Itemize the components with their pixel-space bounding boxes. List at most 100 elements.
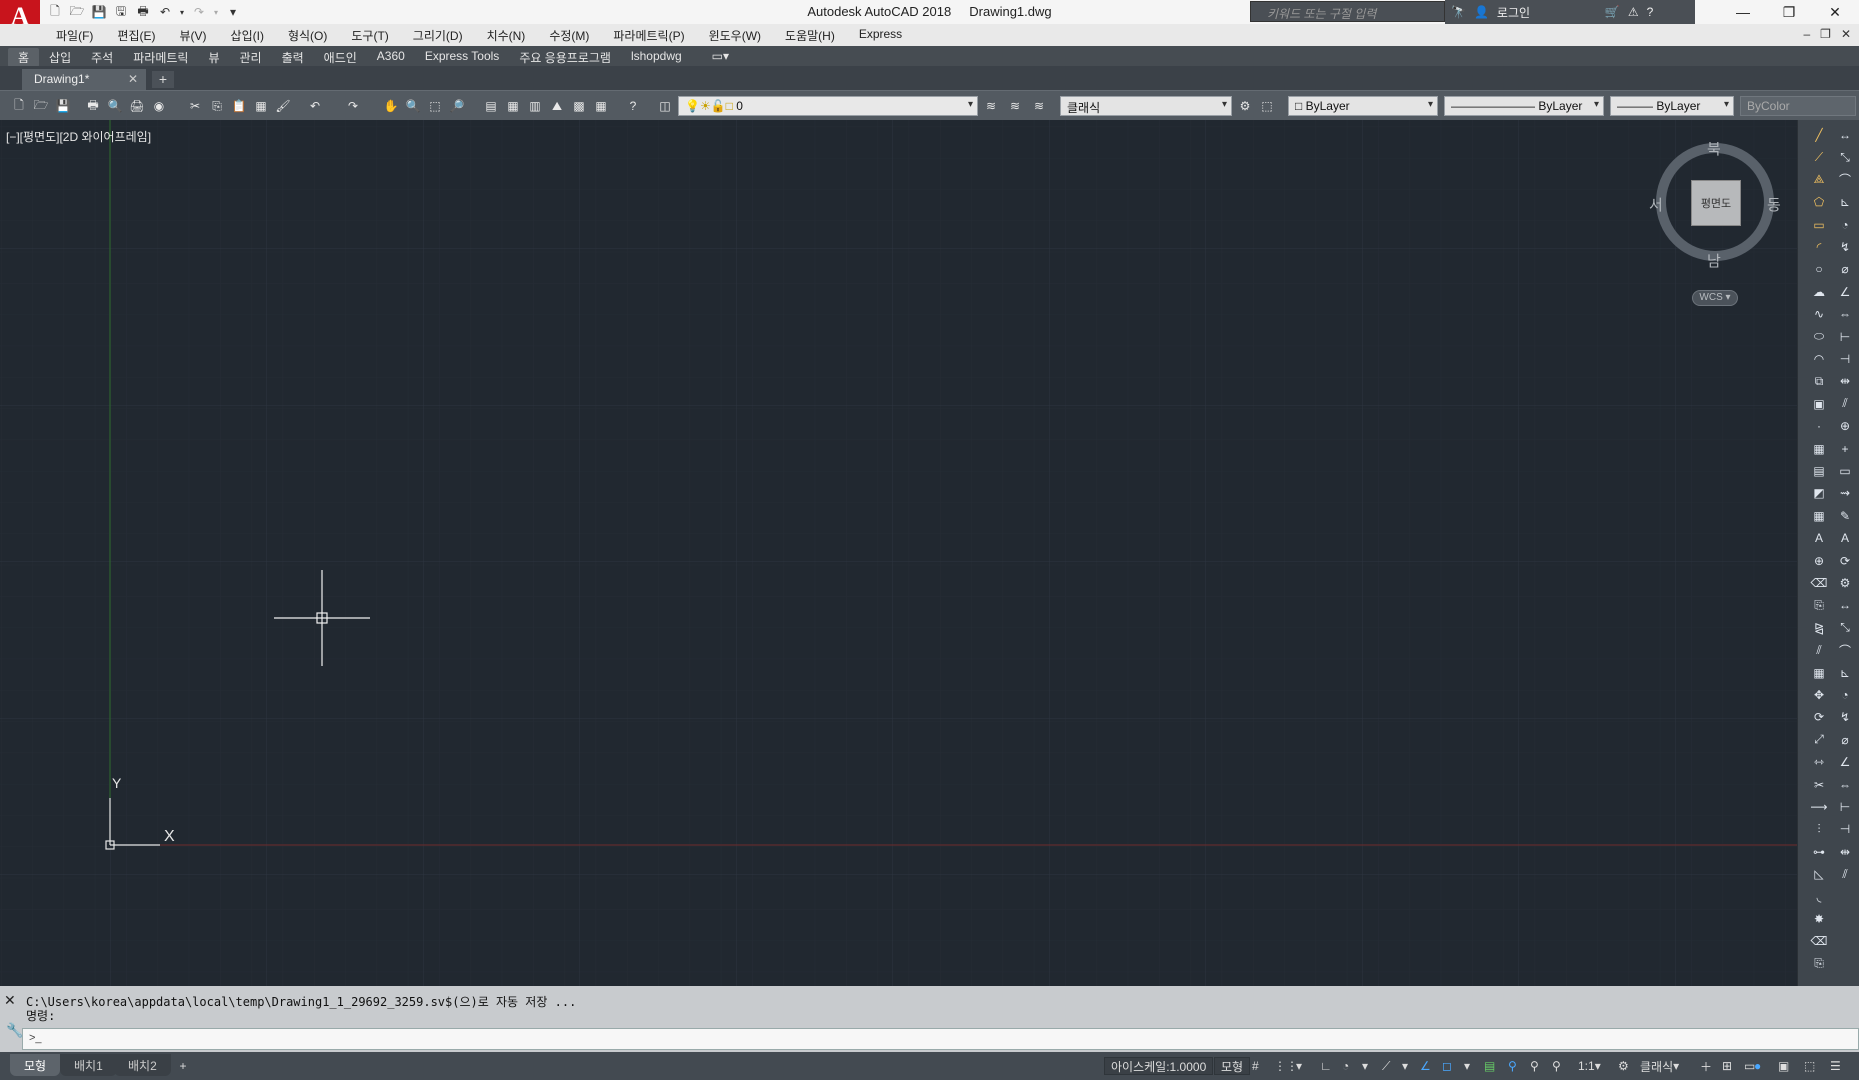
sheet-set-icon[interactable]: ⛰ [548,97,566,115]
units-icon[interactable]: ⊞ [1722,1057,1732,1075]
annotation-visibility-icon[interactable]: ⚲ [1508,1057,1517,1075]
ribbon-tab-featured-apps[interactable]: 주요 응용프로그램 [509,48,621,67]
snap-dropdown-icon[interactable]: ▾ [1296,1057,1302,1075]
ribbon-state-toggle-icon[interactable]: ▭▾ [702,48,739,67]
login-button[interactable]: 로그인 [1497,4,1597,21]
ribbon-tab-view[interactable]: 뷰 [198,48,229,67]
isolate-objects-icon[interactable]: ● [1754,1057,1761,1075]
cart-icon[interactable]: 🛒 [1605,5,1620,19]
object-snap-icon[interactable]: ◻ [1442,1057,1452,1075]
line-tool-icon[interactable]: ╱ [1810,126,1828,144]
break-tool-icon[interactable]: ⫶ [1810,820,1828,838]
diameter-dimension-icon[interactable]: ⌀ [1836,731,1854,749]
paste-icon[interactable]: 📋 [230,97,248,115]
copy-icon[interactable]: ⎘ [208,97,226,115]
help-icon[interactable]: ? [624,97,642,115]
workspace-dropdown[interactable]: 클래식 ▾ [1060,96,1232,116]
region-tool-icon[interactable]: ◩ [1810,484,1828,502]
dim-update-dimension-icon[interactable]: ⟳ [1836,552,1854,570]
rectangle-tool-icon[interactable]: ▭ [1810,216,1828,234]
doc-close-icon[interactable]: ✕ [1841,27,1851,41]
annotation-scale-readout[interactable]: 아이스케일:1.0000 [1104,1057,1214,1075]
polar-dropdown-icon[interactable]: ▾ [1362,1057,1368,1075]
dim-edit-dimension-icon[interactable]: ✎ [1836,507,1854,525]
continue-dimension-icon[interactable]: ⊣ [1836,820,1854,838]
viewcube-east[interactable]: 동 [1767,194,1781,215]
undo-icon[interactable]: ↶ [156,3,174,21]
viewcube-south[interactable]: 남 [1707,250,1721,271]
aligned-dimension-icon[interactable]: ⤡ [1836,619,1854,637]
menu-edit[interactable]: 편집(E) [117,27,155,44]
ribbon-tab-manage[interactable]: 관리 [229,48,271,67]
object-snap-tracking-icon[interactable]: ∠ [1420,1057,1431,1075]
pan-icon[interactable]: ✋ [382,97,400,115]
annotation-monitor-icon[interactable]: ＋ [1700,1057,1712,1075]
close-icon[interactable]: ✕ [4,992,16,1009]
polyline-tool-icon[interactable]: ⟁ [1810,171,1828,189]
circle-tool-icon[interactable]: ○ [1810,260,1828,278]
annotation-scale-icon[interactable]: ⚲ [1552,1057,1561,1075]
ribbon-tab-output[interactable]: 출력 [272,48,314,67]
ordinate-dimension-icon[interactable]: ⊾ [1836,664,1854,682]
menu-file[interactable]: 파일(F) [56,27,93,44]
layer-previous-icon[interactable]: ≋ [1006,97,1024,115]
ribbon-tab-addins[interactable]: 애드인 [314,48,367,67]
arc-length-dimension-icon[interactable]: ⌒ [1836,171,1854,189]
construction-line-tool-icon[interactable]: ⟋ [1810,148,1828,166]
menu-format[interactable]: 형식(O) [288,27,327,44]
command-input[interactable]: >_ [22,1028,1859,1050]
3d-dwf-icon[interactable]: ◉ [150,97,168,115]
menu-express[interactable]: Express [859,27,902,44]
help-icon[interactable]: ? [1647,5,1654,19]
redo-icon[interactable]: ↷ [190,3,208,21]
viewcube-west[interactable]: 서 [1649,194,1663,215]
save-icon[interactable]: 💾 [54,97,72,115]
undo-icon[interactable]: ↶ [306,97,324,115]
jogged-dimension-icon[interactable]: ↯ [1836,238,1854,256]
cut-icon[interactable]: ✂ [186,97,204,115]
menu-view[interactable]: 뷰(V) [179,27,206,44]
drawing-canvas[interactable]: [−][평면도][2D 와이어프레임] Y X 평면도 북 남 동 서 WCS … [0,120,1797,986]
color-dropdown[interactable]: □ ByLayer ▾ [1288,96,1438,116]
ribbon-tab-express-tools[interactable]: Express Tools [415,48,509,67]
user-icon[interactable]: 👤 [1474,5,1489,19]
layer-state-icon[interactable]: ≋ [1030,97,1048,115]
insert-block-tool-icon[interactable]: ⧉ [1810,372,1828,390]
close-tab-icon[interactable]: ✕ [128,72,138,86]
layer-dropdown[interactable]: 💡☀🔓□ 0 ▾ [678,96,978,116]
quick-dim-dimension-icon[interactable]: ⇔ [1836,305,1854,323]
dim-style-dimension-icon[interactable]: ⚙ [1836,574,1854,592]
ribbon-tab-a360[interactable]: A360 [367,48,415,67]
continue-dimension-icon[interactable]: ⊣ [1836,350,1854,368]
menu-insert[interactable]: 삽입(I) [231,27,264,44]
chamfer-tool-icon[interactable]: ◺ [1810,865,1828,883]
zoom-realtime-icon[interactable]: 🔍 [404,97,422,115]
ortho-icon[interactable]: ∟ [1320,1057,1332,1075]
restore-button[interactable]: ❐ [1766,0,1812,24]
viewcube-top-face[interactable]: 평면도 [1691,180,1741,226]
wcs-menu-button[interactable]: WCS ▾ [1692,290,1738,306]
table-tool-icon[interactable]: ▦ [1810,507,1828,525]
menu-window[interactable]: 윈도우(W) [709,27,761,44]
jogged-dimension-icon[interactable]: ↯ [1836,708,1854,726]
stretch-tool-icon[interactable]: ⇿ [1810,753,1828,771]
polar-tracking-icon[interactable]: ◔ [1342,1057,1349,1075]
erase-tool-icon[interactable]: ⌫ [1810,574,1828,592]
isodraft-dropdown-icon[interactable]: ▾ [1402,1057,1408,1075]
layout-tab-model[interactable]: 모형 [10,1054,61,1076]
erase-tool-icon[interactable]: ⌫ [1810,932,1828,950]
layout-tab-layout2[interactable]: 배치2 [114,1054,171,1076]
offset-tool-icon[interactable]: ⫽ [1810,641,1828,659]
workspace-dropdown[interactable]: 클래식 ▾ [1640,1057,1679,1075]
scale-tool-icon[interactable]: ⤢ [1810,731,1828,749]
dim-text-edit-dimension-icon[interactable]: A [1836,529,1854,547]
qnew-icon[interactable]: 🗋 [10,97,28,115]
ribbon-tab-parametric[interactable]: 파라메트릭 [123,48,198,67]
hardware-acceleration-icon[interactable]: ▣ [1778,1057,1789,1075]
customization-menu-icon[interactable]: ☰ [1830,1057,1841,1075]
plot-preview-icon[interactable]: 🔍 [106,97,124,115]
cleanscreen-icon[interactable]: ⬚ [1258,97,1276,115]
search-input[interactable]: 키워드 또는 구절 입력 [1250,1,1445,22]
redo-dropdown-icon[interactable]: ▾ [212,3,220,21]
new-file-icon[interactable]: 🗋 [46,3,64,21]
